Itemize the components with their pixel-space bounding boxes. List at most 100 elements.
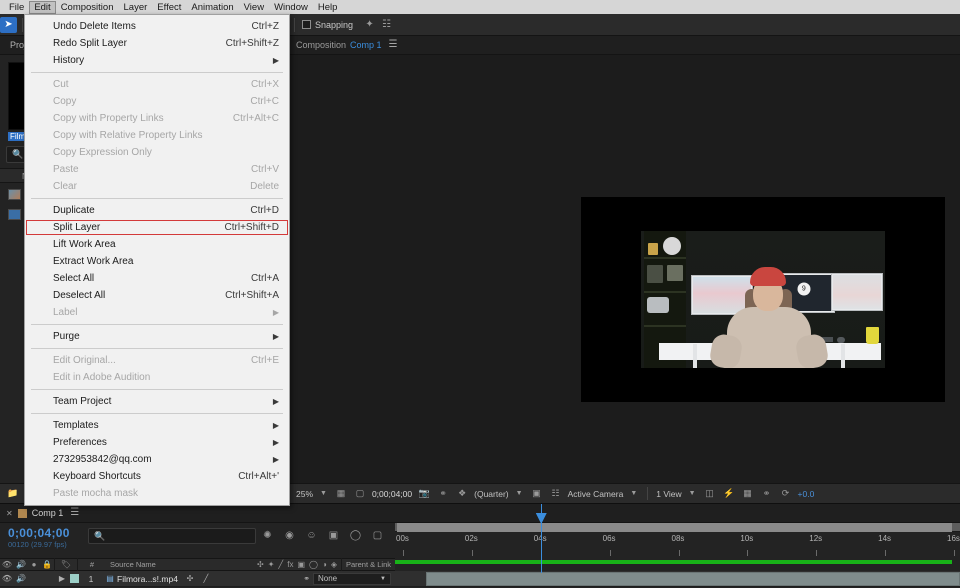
timeline-jump-icon[interactable]: ▦ [741,487,755,500]
menu-item-split-layer[interactable]: Split LayerCtrl+Shift+D [25,219,289,236]
parent-value: None [318,574,337,583]
chevron-down-icon[interactable]: ▼ [320,490,327,497]
selection-arrow-icon[interactable]: ➤ [0,17,17,33]
layer-eye-icon[interactable]: 👁 [0,574,14,583]
exposure-value[interactable]: +0.0 [798,489,815,499]
eye-icon[interactable]: 👁 [0,560,14,569]
menu-item-label: Team Project [53,396,111,407]
close-icon[interactable]: ✕ [6,509,13,518]
parent-dropdown[interactable]: None ▼ [313,573,391,585]
snapping-toggle[interactable]: Snapping [302,20,361,30]
menu-item-duplicate[interactable]: DuplicateCtrl+D [25,202,289,219]
menu-item-team-project[interactable]: Team Project▶ [25,393,289,410]
menubar-item-help[interactable]: Help [313,1,343,14]
snapping-checkbox[interactable] [302,20,311,29]
menu-item-redo-split-layer[interactable]: Redo Split LayerCtrl+Shift+Z [25,35,289,52]
menubar-item-composition[interactable]: Composition [56,1,119,14]
menubar-item-layer[interactable]: Layer [119,1,153,14]
draft-3d-icon[interactable]: ◉ [282,528,297,543]
timeline-current-time[interactable]: 0;00;04;00 [8,526,70,540]
menubar-item-window[interactable]: Window [269,1,313,14]
zoom-level[interactable]: 25% [296,489,313,499]
menu-item-undo-delete-items[interactable]: Undo Delete ItemsCtrl+Z [25,18,289,35]
menu-item-extract-work-area[interactable]: Extract Work Area [25,253,289,270]
menu-item-preferences[interactable]: Preferences▶ [25,434,289,451]
hide-shy-layers-icon[interactable]: ☺ [304,528,319,543]
work-area-bar[interactable] [397,523,952,532]
layer-duration-bar[interactable] [426,572,960,586]
puppet-pin-icon[interactable]: ✦ [361,17,378,33]
show-snapshot-icon[interactable]: ⚭ [436,487,450,500]
layer-switch-quality-icon[interactable]: ╱ [198,574,214,583]
timeline-tabbar: ✕ Comp 1 ☰ [0,504,960,523]
menubar-item-view[interactable]: View [239,1,269,14]
grid-guides-icon[interactable]: ▦ [334,487,348,500]
region-of-interest-icon[interactable]: ▢ [353,487,367,500]
menu-item-lift-work-area[interactable]: Lift Work Area [25,236,289,253]
menubar-item-file[interactable]: File [4,1,29,14]
lock-icon[interactable]: 🔒 [40,560,54,569]
menubar-item-animation[interactable]: Animation [186,1,238,14]
snapshot-camera-icon[interactable]: 📷 [417,487,431,500]
channels-icon[interactable]: ❖ [455,487,469,500]
layer-label-color[interactable] [70,574,79,583]
comp-flowchart-icon[interactable]: ⚭ [760,487,774,500]
roto-brush-icon[interactable]: ☷ [378,17,395,33]
composition-mini-flowchart-icon[interactable]: ✺ [260,528,275,543]
toggle-mask-icon[interactable]: ☷ [549,487,563,500]
graph-editor-icon[interactable]: ▢ [370,528,385,543]
table-row[interactable]: 👁 🔊 ▶ 1 ▤ Filmora...s!.mp4 ✣ ╱ ⚭ None ▼ [0,571,395,587]
camera-view[interactable]: Active Camera [568,489,624,499]
menu-item-purge[interactable]: Purge▶ [25,328,289,345]
resolution-value[interactable]: (Quarter) [474,489,508,499]
chevron-down-icon[interactable]: ▼ [630,490,637,497]
column-parent-link[interactable]: Parent & Link [346,560,391,569]
menu-item-label: Select All [53,273,94,284]
menu-item-templates[interactable]: Templates▶ [25,417,289,434]
menu-item-keyboard-shortcuts[interactable]: Keyboard ShortcutsCtrl+Alt+' [25,468,289,485]
new-folder-icon[interactable]: 📁 [6,488,20,500]
menu-item-copy-with-relative-property-links: Copy with Relative Property Links [25,127,289,144]
timeline-track-area[interactable] [395,558,960,588]
chevron-down-icon[interactable]: ▼ [689,490,696,497]
layer-index: 1 [79,574,103,584]
composition-tab-name[interactable]: Comp 1 [350,40,382,50]
menu-item-deselect-all[interactable]: Deselect AllCtrl+Shift+A [25,287,289,304]
pixel-aspect-icon[interactable]: ◫ [703,487,717,500]
column-source-name[interactable]: Source Name [110,560,156,569]
frame-blending-icon[interactable]: ▣ [326,528,341,543]
parent-pickwhip-icon[interactable]: ⚭ [303,574,310,583]
motion-blur-icon[interactable]: ◯ [348,528,363,543]
panel-menu-icon[interactable]: ☰ [389,41,398,49]
footage-thumb-icon [8,189,21,200]
menu-item-2732953842-qq-com[interactable]: 2732953842@qq.com▶ [25,451,289,468]
panel-menu-icon[interactable]: ☰ [70,509,79,517]
menu-item-history[interactable]: History▶ [25,52,289,69]
switch-frameblend-icon: ▣ [297,560,305,569]
layer-switch-parent-icon[interactable]: ✣ [182,574,198,583]
menu-item-label: Copy with Relative Property Links [53,130,203,141]
timeline-tab-name[interactable]: Comp 1 [32,508,64,518]
menubar-item-edit[interactable]: Edit [29,1,55,14]
reset-exposure-icon[interactable]: ⟳ [779,487,793,500]
video-preview-frame: 9 [581,197,945,402]
audio-icon[interactable]: 🔊 [14,560,28,569]
timeline-search-input[interactable]: 🔍 [88,528,256,544]
timeline-ruler[interactable]: 00s02s04s06s08s10s12s14s16s [395,523,960,558]
fast-previews-icon[interactable]: ⚡ [722,487,736,500]
transparency-grid-icon[interactable]: ▣ [530,487,544,500]
view-layout[interactable]: 1 View [656,489,681,499]
menu-item-select-all[interactable]: Select AllCtrl+A [25,270,289,287]
comp-thumb-icon [8,209,21,220]
expand-arrow-icon[interactable]: ▶ [54,574,70,583]
edit-dropdown-menu[interactable]: Undo Delete ItemsCtrl+ZRedo Split LayerC… [24,14,290,506]
menubar-item-effect[interactable]: Effect [152,1,186,14]
timeline-frame-info: 00120 (29.97 fps) [8,540,67,549]
composition-viewer[interactable]: 9 [290,55,960,482]
solo-icon[interactable]: ● [28,560,40,569]
preview-timecode[interactable]: 0;00;04;00 [372,489,412,499]
layer-source-name[interactable]: Filmora...s!.mp4 [117,574,178,584]
chevron-down-icon[interactable]: ▼ [516,490,523,497]
column-number[interactable]: # [78,560,106,569]
layer-audio-icon[interactable]: 🔊 [14,574,28,583]
